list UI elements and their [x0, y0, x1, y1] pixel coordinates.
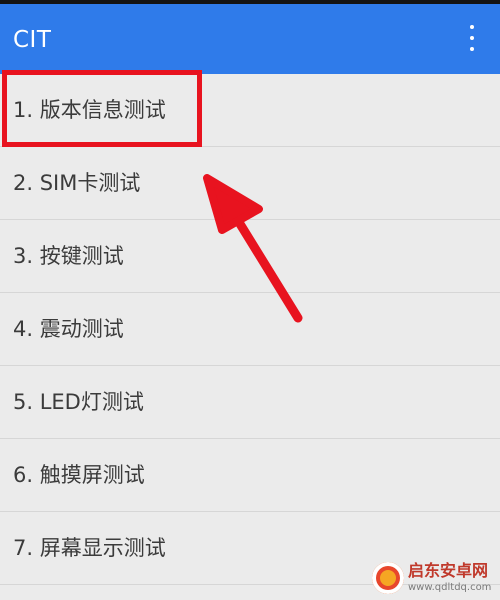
test-list: 1. 版本信息测试 2. SIM卡测试 3. 按键测试 4. 震动测试 5. L…	[0, 74, 500, 585]
app-bar: CIT	[0, 4, 500, 74]
list-item-sim-card-test[interactable]: 2. SIM卡测试	[0, 147, 500, 220]
list-item-key-test[interactable]: 3. 按键测试	[0, 220, 500, 293]
list-item-led-light-test[interactable]: 5. LED灯测试	[0, 366, 500, 439]
list-item-label: 5. LED灯测试	[13, 390, 144, 414]
list-item-label: 4. 震动测试	[13, 317, 124, 341]
list-item-label: 2. SIM卡测试	[13, 171, 141, 195]
watermark: 启东安卓网 www.qdltdq.com	[372, 560, 497, 596]
app-title: CIT	[13, 27, 52, 53]
list-item-label: 6. 触摸屏测试	[13, 463, 145, 487]
watermark-logo-icon	[372, 562, 404, 594]
watermark-url: www.qdltdq.com	[408, 582, 492, 593]
list-item-label: 3. 按键测试	[13, 244, 124, 268]
list-item-vibration-test[interactable]: 4. 震动测试	[0, 293, 500, 366]
more-vert-icon[interactable]	[462, 22, 482, 56]
watermark-text: 启东安卓网	[408, 561, 489, 580]
list-item-touchscreen-test[interactable]: 6. 触摸屏测试	[0, 439, 500, 512]
list-item-label: 7. 屏幕显示测试	[13, 536, 166, 560]
highlight-annotation-box	[2, 70, 202, 147]
